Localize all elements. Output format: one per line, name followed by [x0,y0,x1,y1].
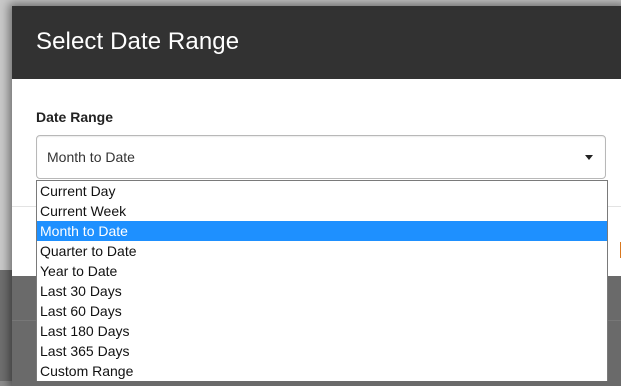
modal-title: Select Date Range [36,28,240,55]
option-custom-range[interactable]: Custom Range [37,361,607,381]
option-last-180-days[interactable]: Last 180 Days [37,321,607,341]
caret-down-icon [585,155,593,160]
option-last-30-days[interactable]: Last 30 Days [37,281,607,301]
date-range-options-list[interactable]: Current Day Current Week Month to Date Q… [36,180,608,381]
date-range-select[interactable]: Month to Date [36,135,606,179]
option-last-365-days[interactable]: Last 365 Days [37,341,607,361]
option-last-60-days[interactable]: Last 60 Days [37,301,607,321]
modal-header: Select Date Range [12,6,621,79]
option-current-day[interactable]: Current Day [37,181,607,201]
option-current-week[interactable]: Current Week [37,201,607,221]
option-quarter-to-date[interactable]: Quarter to Date [37,241,607,261]
select-current-value: Month to Date [47,149,135,165]
option-year-to-date[interactable]: Year to Date [37,261,607,281]
option-month-to-date[interactable]: Month to Date [37,221,607,241]
date-range-label: Date Range [36,109,114,125]
